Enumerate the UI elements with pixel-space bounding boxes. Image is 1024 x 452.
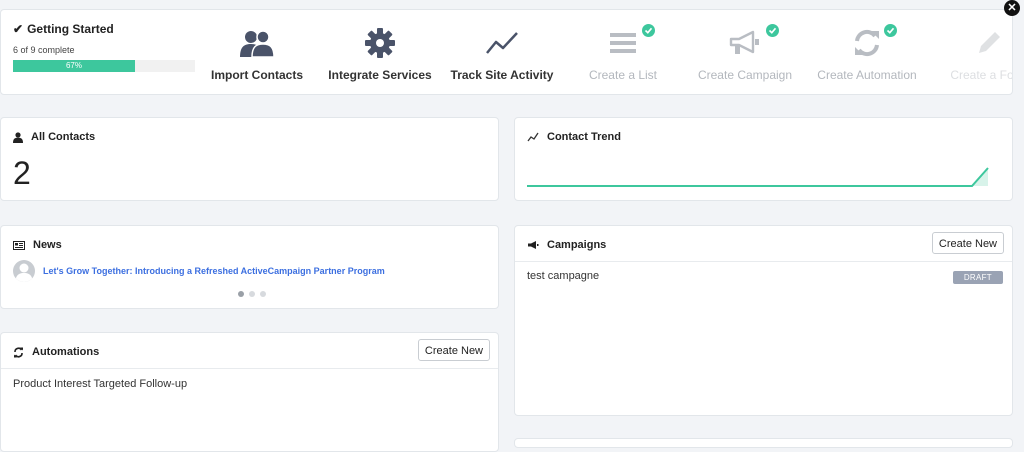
step-label: Track Site Activity: [450, 68, 554, 82]
getting-started-summary: ✔ Getting Started 6 of 9 complete 67%: [13, 22, 195, 72]
news-item[interactable]: Let's Grow Together: Introducing a Refre…: [13, 260, 385, 282]
megaphone-icon: [528, 241, 539, 249]
panel-title: Contact Trend: [547, 131, 621, 143]
step-label: Import Contacts: [210, 68, 303, 82]
carousel-dot[interactable]: [260, 291, 266, 297]
step-create-automation[interactable]: Create Automation: [807, 24, 927, 82]
refresh-icon: [14, 347, 23, 357]
onboarding-steps: Import Contacts Integrate Services Track…: [197, 10, 1012, 96]
automation-name[interactable]: Product Interest Targeted Follow-up: [13, 378, 187, 390]
step-label: Create Campaign: [697, 68, 793, 82]
panel-title: News: [33, 239, 62, 251]
refresh-icon: [807, 24, 927, 60]
step-integrate-services[interactable]: Integrate Services: [320, 26, 440, 82]
trend-sparkline: [527, 167, 989, 187]
close-icon[interactable]: ✕: [1004, 0, 1020, 16]
avatar: [13, 260, 35, 282]
status-badge: DRAFT: [952, 271, 1003, 284]
step-label: Create a List: [588, 68, 658, 82]
check-badge-icon: [766, 24, 779, 37]
carousel-dot[interactable]: [238, 291, 244, 297]
getting-started-panel: ✔ Getting Started 6 of 9 complete 67% Im…: [0, 9, 1013, 95]
contact-trend-panel[interactable]: Contact Trend: [514, 117, 1013, 201]
checkmark-icon: ✔: [13, 22, 24, 36]
campaign-name[interactable]: test campagne: [527, 270, 599, 282]
carousel-dot[interactable]: [249, 291, 255, 297]
panel-title: Campaigns: [547, 239, 607, 251]
person-icon: [13, 131, 23, 143]
check-badge-icon: [884, 24, 897, 37]
news-link[interactable]: Let's Grow Together: Introducing a Refre…: [43, 266, 385, 276]
create-automation-button[interactable]: Create New: [417, 339, 490, 361]
divider: [1, 368, 498, 369]
step-create-form[interactable]: Create a Form: [929, 26, 1012, 82]
all-contacts-panel[interactable]: All Contacts 2: [0, 117, 499, 201]
step-label: Create Automation: [817, 68, 917, 82]
megaphone-icon: [685, 24, 805, 60]
pencil-icon: [929, 26, 1012, 60]
carousel-dots: [238, 291, 266, 297]
step-label: Integrate Services: [328, 68, 432, 82]
step-label: Create a Form: [950, 68, 1012, 82]
gear-icon: [320, 26, 440, 60]
progress-label: 67%: [65, 61, 82, 70]
getting-started-title: Getting Started: [27, 22, 114, 36]
users-icon: [197, 26, 317, 60]
check-badge-icon: [642, 24, 655, 37]
step-import-contacts[interactable]: Import Contacts: [197, 26, 317, 82]
progress-text: 6 of 9 complete: [13, 45, 75, 55]
contact-count: 2: [13, 155, 31, 191]
divider: [515, 261, 1012, 262]
list-icon: [563, 24, 683, 60]
step-track-site-activity[interactable]: Track Site Activity: [442, 26, 562, 82]
progress-bar: 67%: [13, 60, 195, 72]
newspaper-icon: [13, 240, 25, 250]
automations-panel: Automations Create New Product Interest …: [0, 332, 499, 452]
panel-title: All Contacts: [31, 131, 96, 143]
trend-icon: [527, 132, 539, 142]
panel-title: Automations: [32, 346, 100, 358]
news-panel: News Let's Grow Together: Introducing a …: [0, 225, 499, 309]
campaigns-panel: Campaigns Create New test campagne DRAFT: [514, 225, 1013, 416]
step-create-campaign[interactable]: Create Campaign: [685, 24, 805, 82]
lower-panel: [514, 438, 1013, 448]
create-campaign-button[interactable]: Create New: [931, 232, 1004, 254]
trend-icon: [442, 26, 562, 60]
step-create-list[interactable]: Create a List: [563, 24, 683, 82]
